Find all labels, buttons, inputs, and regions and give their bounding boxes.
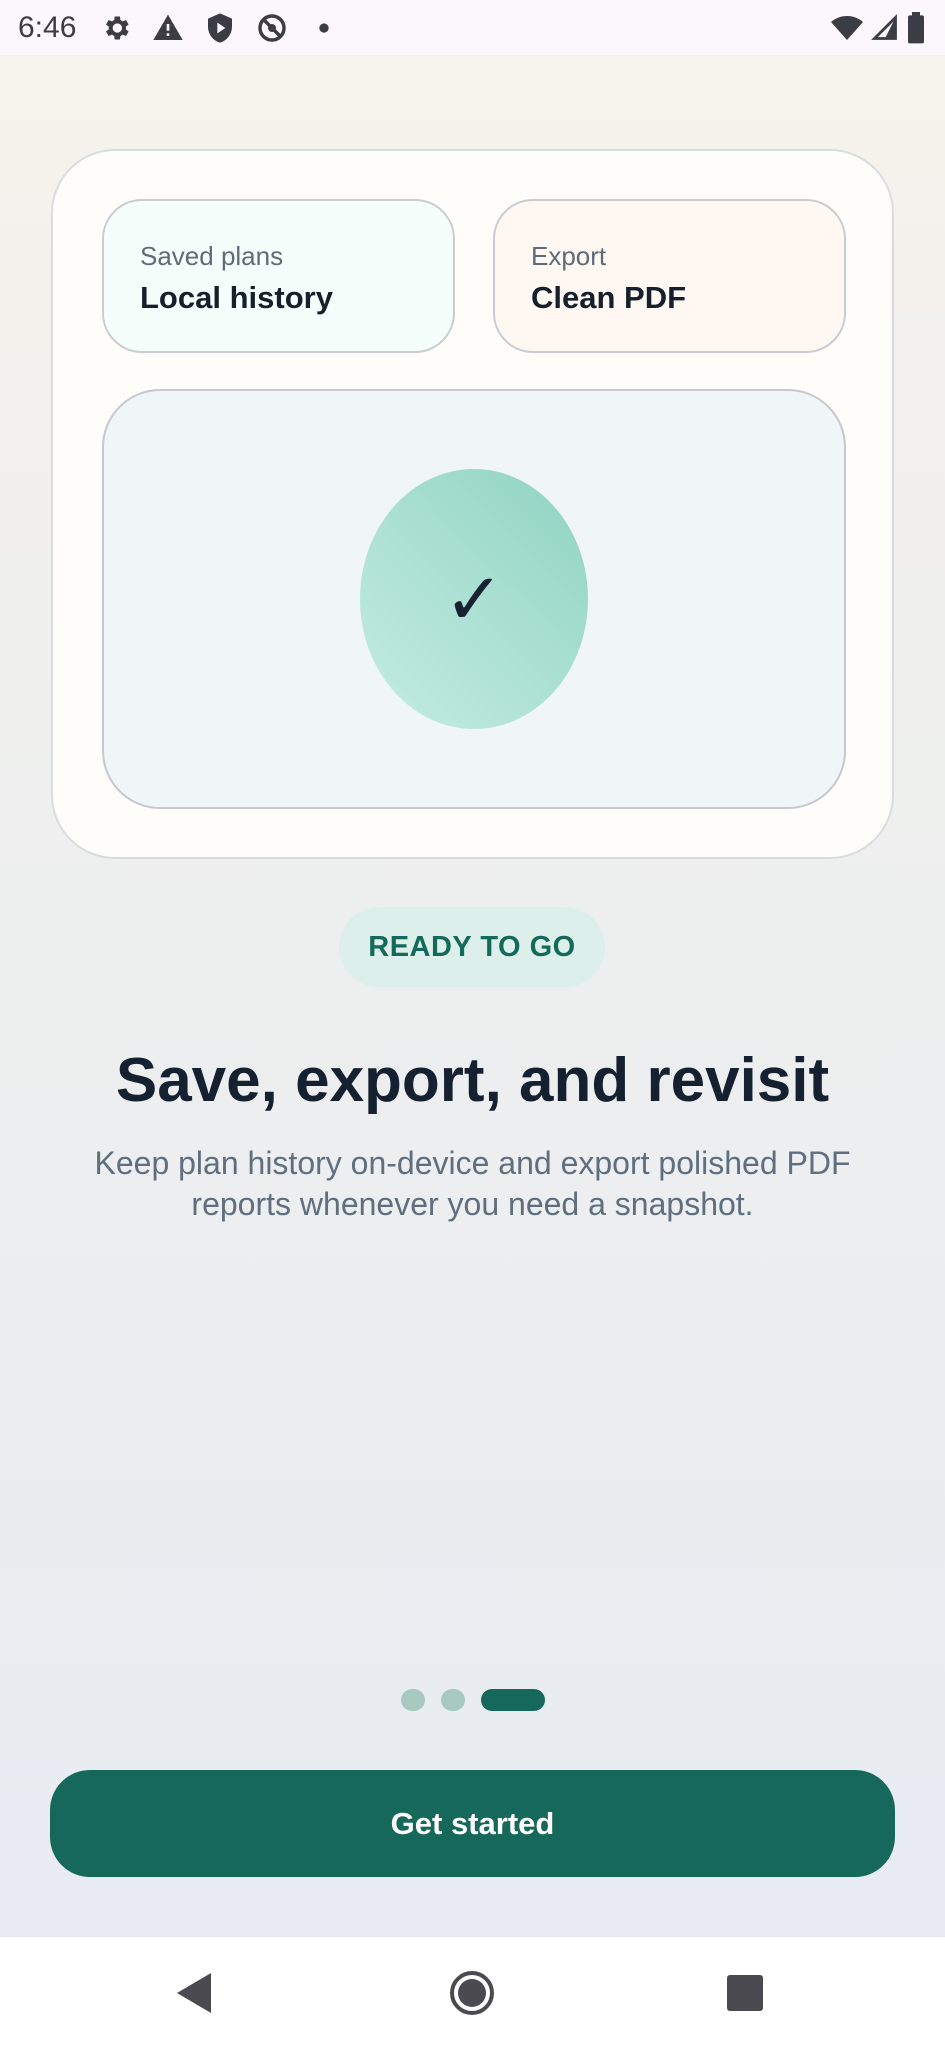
feature-card: Saved plans Local history Export Clean P… — [51, 149, 894, 859]
page-title: Save, export, and revisit — [115, 1046, 830, 1115]
tile-value: Local history — [140, 280, 333, 315]
dot-icon — [319, 22, 330, 33]
status-icons-left — [100, 12, 340, 44]
saved-plans-tile: Saved plans Local history — [102, 199, 455, 353]
page-description: Keep plan history on-device and export p… — [94, 1145, 851, 1222]
gear-icon — [106, 16, 130, 39]
page-dot-3-active[interactable] — [480, 1689, 545, 1711]
back-icon[interactable] — [167, 1965, 223, 2021]
check-badge: ✓ — [360, 469, 588, 729]
get-started-button[interactable]: Get started — [50, 1770, 895, 1877]
status-badge: READY TO GO — [339, 907, 605, 987]
home-icon[interactable] — [444, 1965, 500, 2021]
page-indicator — [0, 1688, 945, 1712]
battery-icon — [908, 11, 924, 43]
no-sync-icon — [258, 13, 287, 42]
system-nav-bar — [0, 1937, 945, 2048]
tile-value: Clean PDF — [531, 280, 687, 315]
status-bar: 6:46 — [0, 0, 945, 55]
signal-icon — [871, 13, 897, 40]
recents-icon[interactable] — [717, 1965, 773, 2021]
illustration-panel: ✓ — [102, 389, 846, 809]
onboarding-screen: Saved plans Local history Export Clean P… — [0, 55, 945, 1937]
tile-label: Export — [531, 241, 607, 271]
shield-icon — [208, 12, 233, 43]
tile-label: Saved plans — [140, 241, 284, 271]
wifi-icon — [831, 15, 863, 40]
export-tile: Export Clean PDF — [493, 199, 846, 353]
status-icons-right — [829, 11, 927, 44]
warning-icon — [153, 14, 184, 40]
page-dot-1[interactable] — [400, 1689, 425, 1711]
checkmark-icon: ✓ — [443, 557, 505, 641]
status-time: 6:46 — [18, 10, 77, 44]
page-dot-2[interactable] — [440, 1689, 465, 1711]
